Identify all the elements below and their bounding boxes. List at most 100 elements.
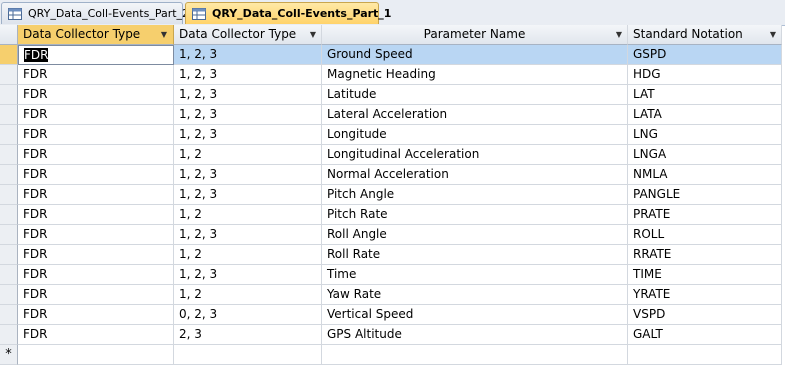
data-collector-type-2-cell[interactable]: 1, 2, 3 (174, 265, 322, 285)
parameter-name-cell[interactable]: Roll Angle (322, 225, 628, 245)
data-collector-type-cell[interactable]: FDR (18, 125, 174, 145)
data-collector-type-cell[interactable]: FDR (18, 225, 174, 245)
standard-notation-cell[interactable]: LATA (628, 105, 782, 125)
record-selector[interactable] (0, 65, 18, 85)
table-row[interactable]: FDR 1, 2, 3 Magnetic Heading HDG (0, 65, 785, 85)
data-collector-type-2-cell[interactable]: 1, 2, 3 (174, 225, 322, 245)
parameter-name-cell[interactable]: Roll Rate (322, 245, 628, 265)
data-collector-type-cell[interactable]: FDR (18, 185, 174, 205)
data-collector-type-cell[interactable]: FDR (18, 305, 174, 325)
record-selector[interactable] (0, 125, 18, 145)
standard-notation-cell[interactable]: GSPD (628, 45, 782, 65)
standard-notation-cell[interactable]: GALT (628, 325, 782, 345)
data-collector-type-2-cell[interactable]: 1, 2, 3 (174, 85, 322, 105)
data-collector-type-2-cell[interactable]: 1, 2 (174, 205, 322, 225)
table-row[interactable]: FDR 1, 2 Pitch Rate PRATE (0, 205, 785, 225)
record-selector[interactable] (0, 85, 18, 105)
parameter-name-cell[interactable]: Ground Speed (322, 45, 628, 65)
standard-notation-cell[interactable]: PRATE (628, 205, 782, 225)
table-row[interactable]: FDR 1, 2, 3 Ground Speed GSPD (0, 45, 785, 65)
standard-notation-cell[interactable]: VSPD (628, 305, 782, 325)
data-collector-type-2-cell[interactable]: 1, 2 (174, 285, 322, 305)
standard-notation-cell[interactable]: LAT (628, 85, 782, 105)
table-row[interactable]: FDR 1, 2 Longitudinal Acceleration LNGA (0, 145, 785, 165)
parameter-name-cell[interactable]: Pitch Angle (322, 185, 628, 205)
data-collector-type-cell[interactable]: FDR (18, 165, 174, 185)
table-row[interactable]: FDR 1, 2, 3 Lateral Acceleration LATA (0, 105, 785, 125)
parameter-name-cell[interactable]: Normal Acceleration (322, 165, 628, 185)
data-collector-type-2-cell[interactable]: 0, 2, 3 (174, 305, 322, 325)
record-selector[interactable] (0, 245, 18, 265)
data-collector-type-2-cell[interactable]: 1, 2 (174, 145, 322, 165)
parameter-name-cell[interactable]: Time (322, 265, 628, 285)
data-collector-type-cell[interactable]: FDR (18, 285, 174, 305)
data-collector-type-cell[interactable]: FDR (18, 205, 174, 225)
standard-notation-cell[interactable]: ROLL (628, 225, 782, 245)
standard-notation-cell[interactable]: LNG (628, 125, 782, 145)
data-collector-type-cell[interactable]: FDR (18, 45, 174, 65)
parameter-name-cell[interactable]: Longitude (322, 125, 628, 145)
table-row[interactable]: FDR 1, 2, 3 Normal Acceleration NMLA (0, 165, 785, 185)
standard-notation-cell[interactable]: LNGA (628, 145, 782, 165)
record-selector[interactable] (0, 105, 18, 125)
record-selector[interactable] (0, 225, 18, 245)
data-collector-type-cell[interactable]: FDR (18, 245, 174, 265)
parameter-name-cell[interactable]: Yaw Rate (322, 285, 628, 305)
data-collector-type-2-cell[interactable]: 1, 2, 3 (174, 165, 322, 185)
data-collector-type-2-cell[interactable]: 1, 2, 3 (174, 105, 322, 125)
record-selector[interactable] (0, 265, 18, 285)
standard-notation-cell[interactable]: YRATE (628, 285, 782, 305)
data-collector-type-2-cell[interactable]: 1, 2, 3 (174, 45, 322, 65)
new-record-selector[interactable]: * (0, 345, 18, 365)
table-row[interactable]: FDR 1, 2, 3 Longitude LNG (0, 125, 785, 145)
table-row[interactable]: FDR 1, 2 Yaw Rate YRATE (0, 285, 785, 305)
data-collector-type-cell[interactable]: FDR (18, 145, 174, 165)
chevron-down-icon[interactable]: ▼ (770, 25, 776, 44)
new-record-row[interactable]: * (0, 345, 785, 365)
column-header-data-collector-type[interactable]: Data Collector Type ▼ (18, 25, 174, 45)
record-selector[interactable] (0, 205, 18, 225)
record-selector[interactable] (0, 165, 18, 185)
column-header-parameter-name[interactable]: Parameter Name ▼ (322, 25, 628, 45)
data-collector-type-2-cell[interactable]: 1, 2, 3 (174, 65, 322, 85)
standard-notation-cell[interactable]: NMLA (628, 165, 782, 185)
column-header-data-collector-type-2[interactable]: Data Collector Type ▼ (174, 25, 322, 45)
chevron-down-icon[interactable]: ▼ (310, 25, 316, 44)
data-collector-type-2-cell[interactable]: 1, 2, 3 (174, 125, 322, 145)
table-row[interactable]: FDR 2, 3 GPS Altitude GALT (0, 325, 785, 345)
parameter-name-cell[interactable]: Latitude (322, 85, 628, 105)
tab-qry-part-2[interactable]: QRY_Data_Coll-Events_Part_2 (1, 2, 189, 24)
data-collector-type-2-cell[interactable]: 2, 3 (174, 325, 322, 345)
table-row[interactable]: FDR 1, 2 Roll Rate RRATE (0, 245, 785, 265)
chevron-down-icon[interactable]: ▼ (616, 25, 622, 44)
select-all-button[interactable] (0, 25, 18, 45)
record-selector[interactable] (0, 305, 18, 325)
data-collector-type-cell[interactable] (18, 345, 174, 365)
standard-notation-cell[interactable]: HDG (628, 65, 782, 85)
record-selector[interactable] (0, 285, 18, 305)
record-selector[interactable] (0, 145, 18, 165)
standard-notation-cell[interactable]: RRATE (628, 245, 782, 265)
data-collector-type-cell[interactable]: FDR (18, 65, 174, 85)
data-collector-type-cell[interactable]: FDR (18, 265, 174, 285)
record-selector[interactable] (0, 185, 18, 205)
chevron-down-icon[interactable]: ▼ (161, 25, 167, 44)
record-selector[interactable] (0, 45, 18, 65)
table-row[interactable]: FDR 1, 2, 3 Roll Angle ROLL (0, 225, 785, 245)
data-collector-type-cell[interactable]: FDR (18, 325, 174, 345)
parameter-name-cell[interactable] (322, 345, 628, 365)
parameter-name-cell[interactable]: Vertical Speed (322, 305, 628, 325)
data-collector-type-2-cell[interactable]: 1, 2, 3 (174, 185, 322, 205)
standard-notation-cell[interactable]: PANGLE (628, 185, 782, 205)
standard-notation-cell[interactable] (628, 345, 782, 365)
data-collector-type-2-cell[interactable]: 1, 2 (174, 245, 322, 265)
table-row[interactable]: FDR 1, 2, 3 Time TIME (0, 265, 785, 285)
record-selector[interactable] (0, 325, 18, 345)
parameter-name-cell[interactable]: Magnetic Heading (322, 65, 628, 85)
parameter-name-cell[interactable]: Longitudinal Acceleration (322, 145, 628, 165)
column-header-standard-notation[interactable]: Standard Notation ▼ (628, 25, 782, 45)
data-collector-type-cell[interactable]: FDR (18, 105, 174, 125)
parameter-name-cell[interactable]: Lateral Acceleration (322, 105, 628, 125)
tab-qry-part-1[interactable]: QRY_Data_Coll-Events_Part_1 (185, 2, 391, 24)
table-row[interactable]: FDR 0, 2, 3 Vertical Speed VSPD (0, 305, 785, 325)
